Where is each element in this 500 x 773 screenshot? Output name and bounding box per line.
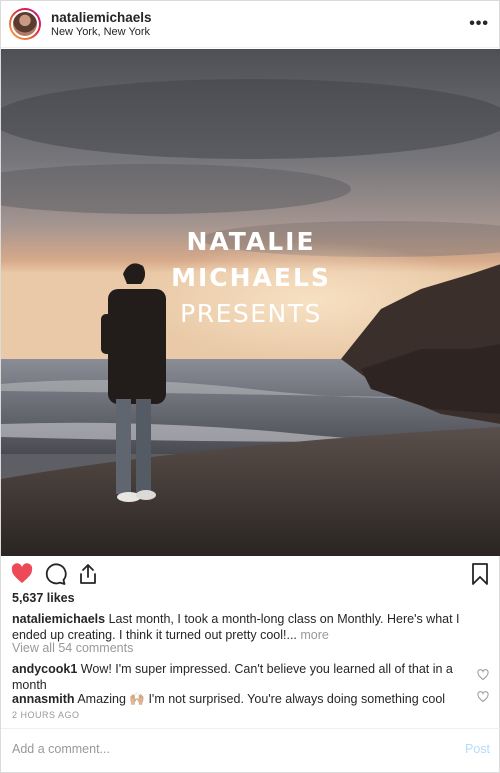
comment: andycook1 Wow! I'm super impressed. Can'… (12, 661, 467, 693)
post-image[interactable]: NATALIE MICHAELS PRESENTS (1, 49, 500, 556)
comment-username[interactable]: annasmith (12, 692, 75, 706)
comment-like-heart-icon[interactable] (477, 669, 489, 681)
action-bar (1, 557, 500, 591)
add-comment-input[interactable] (12, 742, 432, 756)
header-location[interactable]: New York, New York (51, 25, 152, 39)
comment-icon[interactable] (43, 562, 67, 586)
avatar[interactable] (9, 8, 41, 40)
comment-bar: Post (1, 728, 500, 772)
instagram-post: nataliemichaels New York, New York ••• N… (0, 0, 500, 773)
likes-count[interactable]: 5,637 likes (12, 591, 75, 605)
comment-like-heart-icon[interactable] (477, 691, 489, 703)
comment-username[interactable]: andycook1 (12, 662, 77, 676)
post-timestamp[interactable]: 2 HOURS AGO (12, 710, 80, 720)
overlay-title-line2: MICHAELS (171, 263, 331, 292)
share-icon[interactable] (76, 562, 100, 586)
avatar-image (11, 10, 39, 38)
more-options-icon[interactable]: ••• (469, 15, 489, 33)
overlay-title-line1: NATALIE (186, 227, 316, 256)
caption: nataliemichaels Last month, I took a mon… (12, 611, 482, 643)
comment-text: Amazing 🙌🏼 I'm not surprised. You're alw… (77, 692, 446, 706)
comment: annasmith Amazing 🙌🏼 I'm not surprised. … (12, 691, 467, 707)
header-text: nataliemichaels New York, New York (51, 10, 152, 39)
post-header: nataliemichaels New York, New York ••• (1, 1, 500, 48)
bookmark-icon[interactable] (468, 562, 492, 586)
view-all-comments-link[interactable]: View all 54 comments (12, 641, 133, 655)
overlay-title-line3: PRESENTS (180, 299, 322, 328)
caption-more-link[interactable]: more (300, 628, 328, 642)
comment-text: Wow! I'm super impressed. Can't believe … (12, 662, 453, 692)
post-comment-button[interactable]: Post (465, 742, 490, 756)
header-username[interactable]: nataliemichaels (51, 10, 152, 25)
heart-icon[interactable] (10, 562, 34, 586)
caption-username[interactable]: nataliemichaels (12, 612, 105, 626)
